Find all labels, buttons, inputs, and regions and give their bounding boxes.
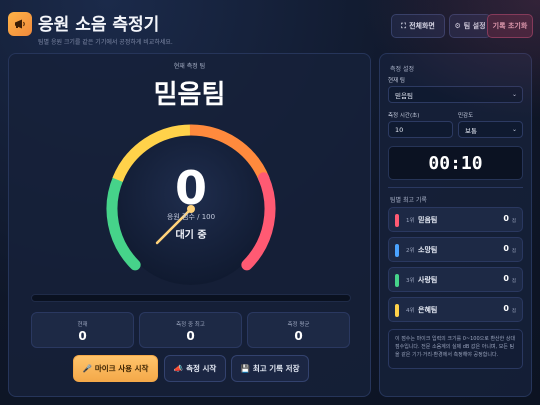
ranking-position: 2위 (406, 248, 415, 254)
ranking-position: 1위 (406, 218, 415, 224)
settings-panel: 측정 설정 현재 팀 믿음팀 ⌄ 측정 시간(초) 10 민감도 보통 ⌄ 00… (379, 53, 532, 397)
score-caption: 응원 점수 / 100 (166, 213, 216, 221)
app-title: 응원 소음 측정기 (38, 15, 160, 35)
ranking-score-unit: 점 (511, 219, 516, 224)
settings-title: 측정 설정 (390, 66, 414, 73)
countdown-timer: 00:10 (388, 146, 523, 180)
ranking-score: 0 (503, 244, 509, 253)
sensitivity-select[interactable]: 보통 ⌄ (458, 121, 523, 138)
ranking-score-unit: 점 (511, 309, 516, 314)
mic-start-label: 마이크 사용 시작 (94, 364, 149, 373)
sensitivity-value: 보통 (465, 126, 477, 135)
ranking-score: 0 (503, 214, 509, 223)
team-color-bar (395, 274, 399, 287)
fullscreen-icon: ⛶ (401, 21, 407, 30)
ranking-item: 3위 사랑팀 0 점 (388, 267, 523, 292)
reset-records-button[interactable]: 기록 초기화 (487, 14, 533, 38)
ranking-item: 2위 소망팀 0 점 (388, 237, 523, 262)
stat-current-label: 현재 (77, 322, 88, 328)
microphone-icon: 🎤 (82, 364, 92, 373)
gear-icon: ⚙ (454, 22, 461, 30)
team-color-bar (395, 214, 399, 227)
status-text: 대기 중 (175, 230, 207, 241)
chevron-down-icon: ⌄ (511, 91, 517, 98)
measure-start-button[interactable]: 📣 측정 시작 (164, 355, 226, 382)
level-progress-bar (31, 294, 351, 302)
team-settings-button[interactable]: ⚙ 팀 설정 (449, 14, 491, 38)
ranking-position: 4위 (406, 308, 415, 314)
save-icon: 💾 (240, 364, 250, 373)
megaphone-icon (8, 12, 32, 36)
measure-start-label: 측정 시작 (186, 364, 217, 373)
megaphone-small-icon: 📣 (173, 364, 184, 373)
ranking-score: 0 (503, 304, 509, 313)
duration-value: 10 (395, 125, 404, 134)
save-record-label: 최고 기록 저장 (252, 364, 300, 373)
ranking-team-name: 은혜팀 (418, 306, 438, 314)
stat-average: 측정 평균 0 (247, 312, 350, 348)
score-value: 0 (174, 161, 207, 215)
ranking-position: 3위 (406, 278, 415, 284)
stat-average-label: 측정 평균 (287, 322, 310, 328)
divider (388, 187, 523, 188)
mic-start-button[interactable]: 🎤 마이크 사용 시작 (73, 355, 158, 382)
current-team-caption: 현재 측정 팀 (173, 63, 206, 70)
ranking-score-unit: 점 (511, 279, 516, 284)
stat-peak-label: 측정 중 최고 (176, 322, 205, 328)
stat-peak-value: 0 (186, 329, 195, 343)
current-team-name: 믿음팀 (153, 80, 226, 110)
team-field-label: 현재 팀 (388, 78, 405, 84)
sensitivity-field-label: 민감도 (458, 113, 474, 119)
reset-records-label: 기록 초기화 (492, 22, 528, 30)
meter-panel: 현재 측정 팀 믿음팀 0 응원 점수 / 100 대기 중 현재 0 측정 중… (8, 53, 371, 397)
disclaimer-note: 이 점수는 마이크 입력의 크기를 0~100으로 환산한 상대 점수입니다. … (388, 329, 523, 369)
stat-current: 현재 0 (31, 312, 134, 348)
ranking-item: 1위 믿음팀 0 점 (388, 207, 523, 232)
ranking-score-unit: 점 (511, 249, 516, 254)
fullscreen-button[interactable]: ⛶ 전체화면 (391, 14, 445, 38)
team-select[interactable]: 믿음팀 ⌄ (388, 86, 523, 103)
team-settings-label: 팀 설정 (463, 22, 486, 30)
app-subtitle: 팀별 응원 크기를 같은 기기에서 공정하게 비교하세요. (38, 39, 173, 46)
ranking-team-name: 믿음팀 (418, 216, 438, 224)
fullscreen-label: 전체화면 (409, 22, 435, 30)
team-color-bar (395, 304, 399, 317)
ranking-item: 4위 은혜팀 0 점 (388, 297, 523, 322)
stat-peak: 측정 중 최고 0 (139, 312, 242, 348)
ranking-team-name: 사랑팀 (418, 276, 438, 284)
team-color-bar (395, 244, 399, 257)
ranking-team-name: 소망팀 (418, 246, 438, 254)
score-gauge: 0 응원 점수 / 100 대기 중 (101, 119, 281, 299)
stat-average-value: 0 (294, 329, 303, 343)
chevron-down-icon: ⌄ (511, 126, 517, 133)
team-select-value: 믿음팀 (395, 91, 413, 100)
stat-current-value: 0 (78, 329, 87, 343)
save-record-button[interactable]: 💾 최고 기록 저장 (231, 355, 309, 382)
ranking-score: 0 (503, 274, 509, 283)
time-field-label: 측정 시간(초) (388, 113, 420, 119)
ranking-title: 팀별 최고 기록 (390, 197, 427, 204)
duration-input[interactable]: 10 (388, 121, 453, 138)
header: 응원 소음 측정기 팀별 응원 크기를 같은 기기에서 공정하게 비교하세요. … (8, 8, 533, 48)
